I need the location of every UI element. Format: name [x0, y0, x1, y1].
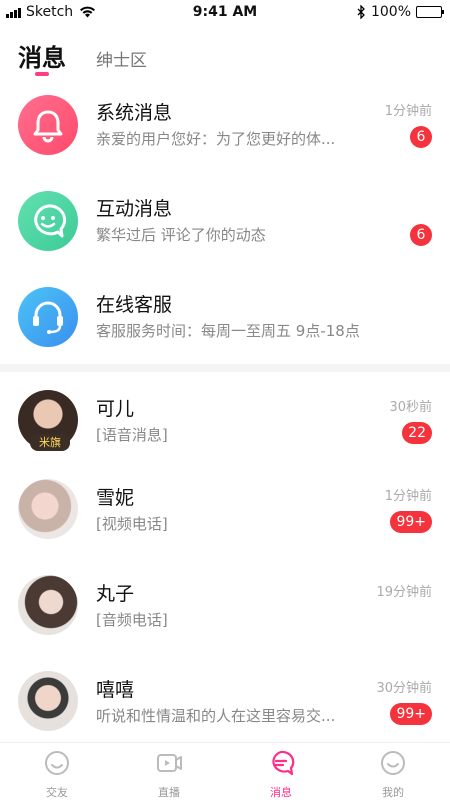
chat-preview: 听说和性情温和的人在这里容易交...: [96, 707, 336, 725]
tab-label: 消息: [270, 786, 292, 799]
header-tabs: 消息 绅士区: [0, 32, 450, 82]
chat-preview: [视频电话]: [96, 515, 168, 533]
row-title: 互动消息: [96, 198, 173, 220]
friends-icon: [45, 751, 69, 775]
chat-preview: [音频电话]: [96, 611, 168, 629]
avatar: [18, 575, 78, 635]
chat-name: 雪妮: [96, 487, 135, 509]
chat-time: 30分钟前: [376, 681, 432, 696]
tab-label: 我的: [382, 786, 404, 799]
tab-active-indicator: [35, 72, 49, 76]
bluetooth-icon: [357, 5, 365, 19]
unread-badge: 99+: [390, 703, 432, 725]
system-message-row[interactable]: 系统消息 亲爱的用户您好：为了您更好的体... 1分钟前 6: [0, 88, 450, 184]
avatar: [18, 671, 78, 731]
battery-icon: [416, 6, 444, 18]
customer-service-row[interactable]: 在线客服 客服服务时间：每周一至周五 9点-18点: [0, 280, 450, 376]
user-tag-badge: 米旗: [30, 434, 70, 451]
status-bar: Sketch 9:41 AM 100%: [0, 0, 450, 26]
message-icon: [272, 750, 295, 776]
tab-label: 交友: [46, 786, 68, 799]
chat-name: 丸子: [96, 583, 135, 605]
tab-live[interactable]: 直播: [129, 749, 209, 800]
tab-profile[interactable]: 我的: [353, 749, 433, 800]
status-bar-right: 100%: [357, 4, 444, 20]
chat-row[interactable]: 丸子 [音频电话] 19分钟前: [0, 566, 450, 662]
headset-icon: [18, 287, 78, 347]
tab-messages-bottom[interactable]: 消息: [241, 749, 321, 800]
row-time: 1分钟前: [384, 104, 432, 119]
tab-gentleman-zone[interactable]: 绅士区: [96, 46, 147, 71]
chat-time: 19分钟前: [376, 585, 432, 600]
unread-badge: 6: [410, 126, 432, 148]
row-subtitle: 亲爱的用户您好：为了您更好的体...: [96, 130, 336, 148]
row-title: 在线客服: [96, 294, 173, 316]
chat-preview: [语音消息]: [96, 426, 168, 444]
chat-time: 1分钟前: [384, 489, 432, 504]
battery-percent: 100%: [370, 4, 411, 20]
unread-badge: 22: [402, 422, 432, 444]
profile-smile-icon: [381, 751, 405, 775]
section-divider: [0, 364, 450, 372]
row-title: 系统消息: [96, 102, 173, 124]
tab-friends[interactable]: 交友: [17, 749, 97, 800]
tab-label: 直播: [158, 786, 180, 799]
bottom-tab-bar: 交友 直播 消息 我的: [0, 742, 450, 800]
tab-messages[interactable]: 消息: [18, 38, 66, 73]
chat-time: 30秒前: [389, 400, 432, 415]
avatar: [18, 479, 78, 539]
chat-name: 嘻嘻: [96, 679, 135, 701]
chat-smile-icon: [18, 191, 78, 251]
live-video-icon: [157, 754, 182, 772]
row-subtitle: 繁华过后 评论了你的动态: [96, 226, 266, 244]
unread-badge: 6: [410, 224, 432, 246]
chat-row[interactable]: 雪妮 [视频电话] 1分钟前 99+: [0, 470, 450, 566]
interaction-message-row[interactable]: 互动消息 繁华过后 评论了你的动态 6: [0, 184, 450, 280]
unread-badge: 99+: [390, 511, 432, 533]
bell-icon: [18, 95, 78, 155]
chat-name: 可儿: [96, 398, 135, 420]
chat-row[interactable]: 米旗 可儿 [语音消息] 30秒前 22: [0, 378, 450, 474]
row-subtitle: 客服服务时间：每周一至周五 9点-18点: [96, 322, 360, 340]
